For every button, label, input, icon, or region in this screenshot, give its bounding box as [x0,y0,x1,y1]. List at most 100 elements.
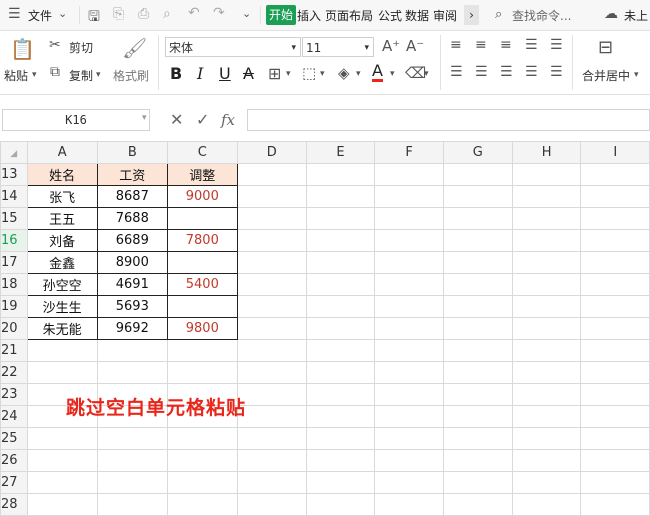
select-all-corner[interactable]: ◢ [0,141,28,164]
cell[interactable] [374,449,444,472]
cell[interactable] [511,339,582,362]
cell[interactable] [96,449,168,472]
name-box-dropdown-icon[interactable]: ▾ [142,113,147,123]
cell[interactable] [374,185,444,208]
cell[interactable] [442,273,513,296]
cell[interactable] [236,207,307,230]
chevron-down-icon[interactable]: ▾ [634,70,639,80]
cell[interactable] [236,251,307,274]
cell[interactable] [580,493,650,516]
cell[interactable] [166,471,238,494]
cloud-icon[interactable]: ☁ [604,6,618,22]
cell[interactable] [580,251,650,274]
cell[interactable]: 5400 [166,273,238,296]
increase-font-icon[interactable]: A⁺ [382,37,400,55]
column-header-i[interactable]: I [580,141,650,164]
cell[interactable] [236,339,307,362]
cell[interactable] [305,273,376,296]
row-header[interactable]: 21 [0,339,28,362]
justify-icon[interactable]: ☰ [525,64,538,80]
quick-access-dropdown-icon[interactable]: ⌄ [242,7,251,20]
cell[interactable] [305,361,376,384]
row-header[interactable]: 24 [0,405,28,428]
cell[interactable] [374,163,444,186]
column-header-d[interactable]: D [236,141,307,164]
cell[interactable] [511,449,582,472]
cell[interactable]: 9692 [96,317,168,340]
row-header[interactable]: 19 [0,295,28,318]
cell[interactable] [236,229,307,252]
cell[interactable] [442,449,513,472]
cell[interactable] [580,273,650,296]
row-header[interactable]: 22 [0,361,28,384]
cell[interactable]: 金鑫 [26,251,98,274]
row-header[interactable]: 20 [0,317,28,340]
file-menu[interactable]: 文件 [28,7,52,24]
cell[interactable] [442,493,513,516]
cell[interactable] [374,251,444,274]
cell[interactable] [580,383,650,406]
cell[interactable]: 朱无能 [26,317,98,340]
cell[interactable] [166,427,238,450]
cell[interactable] [374,383,444,406]
cell[interactable] [26,427,98,450]
cell[interactable] [580,207,650,230]
cell[interactable] [580,229,650,252]
cell[interactable]: 王五 [26,207,98,230]
cell[interactable] [26,493,98,516]
cell[interactable] [442,383,513,406]
chevron-down-icon[interactable]: ▾ [32,70,37,80]
cell[interactable] [374,317,444,340]
cell[interactable] [236,317,307,340]
cell[interactable] [305,251,376,274]
scissors-icon[interactable]: ✂ [49,37,61,53]
cell[interactable] [374,361,444,384]
copy-icon[interactable]: ⧉ [50,64,60,80]
cell[interactable]: 5693 [96,295,168,318]
cell[interactable]: 7688 [96,207,168,230]
print-icon[interactable]: ⎙ [138,6,149,22]
cell[interactable]: 姓名 [26,163,98,186]
format-painter-icon[interactable]: 🖌 [122,36,147,60]
cell[interactable] [442,339,513,362]
cell[interactable] [374,229,444,252]
cell[interactable] [166,493,238,516]
align-bottom-icon[interactable]: ≡ [500,37,512,53]
column-header-g[interactable]: G [442,141,513,164]
cell[interactable] [374,207,444,230]
cell[interactable] [236,185,307,208]
cell[interactable] [580,317,650,340]
cell[interactable] [442,405,513,428]
cell[interactable] [236,405,307,428]
row-header[interactable]: 15 [0,207,28,230]
cell[interactable] [511,427,582,450]
cell[interactable] [511,229,582,252]
strikethrough-icon[interactable]: A [243,64,254,83]
cell[interactable] [374,471,444,494]
cell[interactable] [305,163,376,186]
cell[interactable] [96,471,168,494]
cell[interactable] [442,471,513,494]
row-header[interactable]: 27 [0,471,28,494]
row-header[interactable]: 18 [0,273,28,296]
cell[interactable] [305,295,376,318]
font-family-select[interactable]: 宋体 ▾ [165,37,301,57]
font-size-select[interactable]: 11 ▾ [302,37,374,57]
cell[interactable] [511,361,582,384]
merge-cells-icon[interactable]: ⊟ [598,37,613,58]
cell[interactable] [580,471,650,494]
cell[interactable] [305,449,376,472]
cell[interactable] [236,471,307,494]
cell[interactable] [305,207,376,230]
print-preview-icon[interactable]: ⌕ [163,6,171,22]
cell[interactable] [511,251,582,274]
cell[interactable]: 9800 [166,317,238,340]
undo-icon[interactable]: ↶ [188,5,200,21]
cell[interactable] [442,295,513,318]
font-color-icon[interactable]: A [372,63,383,82]
column-header-c[interactable]: C [166,141,238,164]
cell[interactable] [374,427,444,450]
copy-button[interactable]: 复制 [69,67,93,84]
cell[interactable] [96,361,168,384]
cell[interactable] [236,273,307,296]
